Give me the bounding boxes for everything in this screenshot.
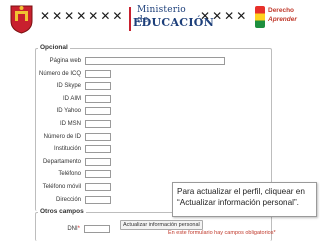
field-input[interactable]	[85, 170, 111, 179]
form-row: Número de ICQ	[0, 69, 270, 79]
decorative-pattern-left: ✕ ✕ ✕ ✕ ✕ ✕ ✕	[40, 9, 123, 23]
optional-legend: Opcional	[38, 44, 70, 51]
field-input[interactable]	[85, 145, 111, 154]
field-label: Institución	[53, 146, 81, 153]
form-row: ID MSN	[0, 119, 270, 129]
field-input[interactable]	[85, 132, 111, 141]
field-label: ID Skype	[56, 83, 81, 90]
dni-label: DNI*	[67, 226, 80, 232]
other-fields-legend: Otros campos	[38, 208, 86, 215]
instruction-tooltip: Para actualizar el perfil, cliquear en “…	[172, 182, 317, 217]
field-label: Número de ICQ	[38, 70, 81, 77]
form-row: ID Skype	[0, 81, 270, 91]
page-header: ✕ ✕ ✕ ✕ ✕ ✕ ✕ Ministerio de EDUCACIÓN ✕ ✕ ✕ ✕ Der…	[0, 0, 320, 36]
flag-badge-icon	[255, 6, 265, 28]
field-label: ID MSN	[60, 121, 81, 127]
field-label: Número de ID	[43, 133, 81, 140]
field-input[interactable]	[85, 183, 111, 191]
ministry-logo: Ministerio de EDUCACIÓN	[129, 3, 214, 34]
field-input[interactable]	[85, 107, 111, 116]
form-row: ID Yahoo	[0, 106, 270, 116]
dni-input[interactable]	[84, 225, 110, 233]
field-input[interactable]	[85, 69, 111, 78]
form-row: Número de ID	[0, 132, 270, 142]
form-row: Teléfono	[0, 169, 270, 179]
derecho-aprender-logo: Derecho Aprender	[255, 4, 317, 32]
field-input[interactable]	[85, 157, 111, 166]
field-label: ID Yahoo	[56, 108, 81, 115]
field-label: ID AIM	[62, 95, 81, 102]
required-fields-note: En este formulario hay campos obligatori…	[168, 230, 276, 236]
decorative-pattern-right: ✕ ✕ ✕ ✕	[200, 9, 247, 23]
field-label: Departamento	[42, 158, 81, 165]
form-row: Institución	[0, 144, 270, 154]
field-label: Dirección	[55, 196, 81, 203]
form-row: Departamento	[0, 157, 270, 167]
field-label: Página web	[49, 58, 81, 64]
form-row: ID AIM	[0, 94, 270, 104]
field-input[interactable]	[85, 195, 111, 204]
field-label: Teléfono móvil	[42, 184, 81, 190]
field-input[interactable]	[85, 120, 111, 128]
city-shield-logo	[10, 5, 33, 34]
field-input[interactable]	[85, 94, 111, 103]
field-input[interactable]	[85, 57, 225, 65]
form-row: Página web	[0, 56, 270, 66]
field-label: Teléfono	[58, 171, 81, 178]
field-input[interactable]	[85, 82, 111, 91]
